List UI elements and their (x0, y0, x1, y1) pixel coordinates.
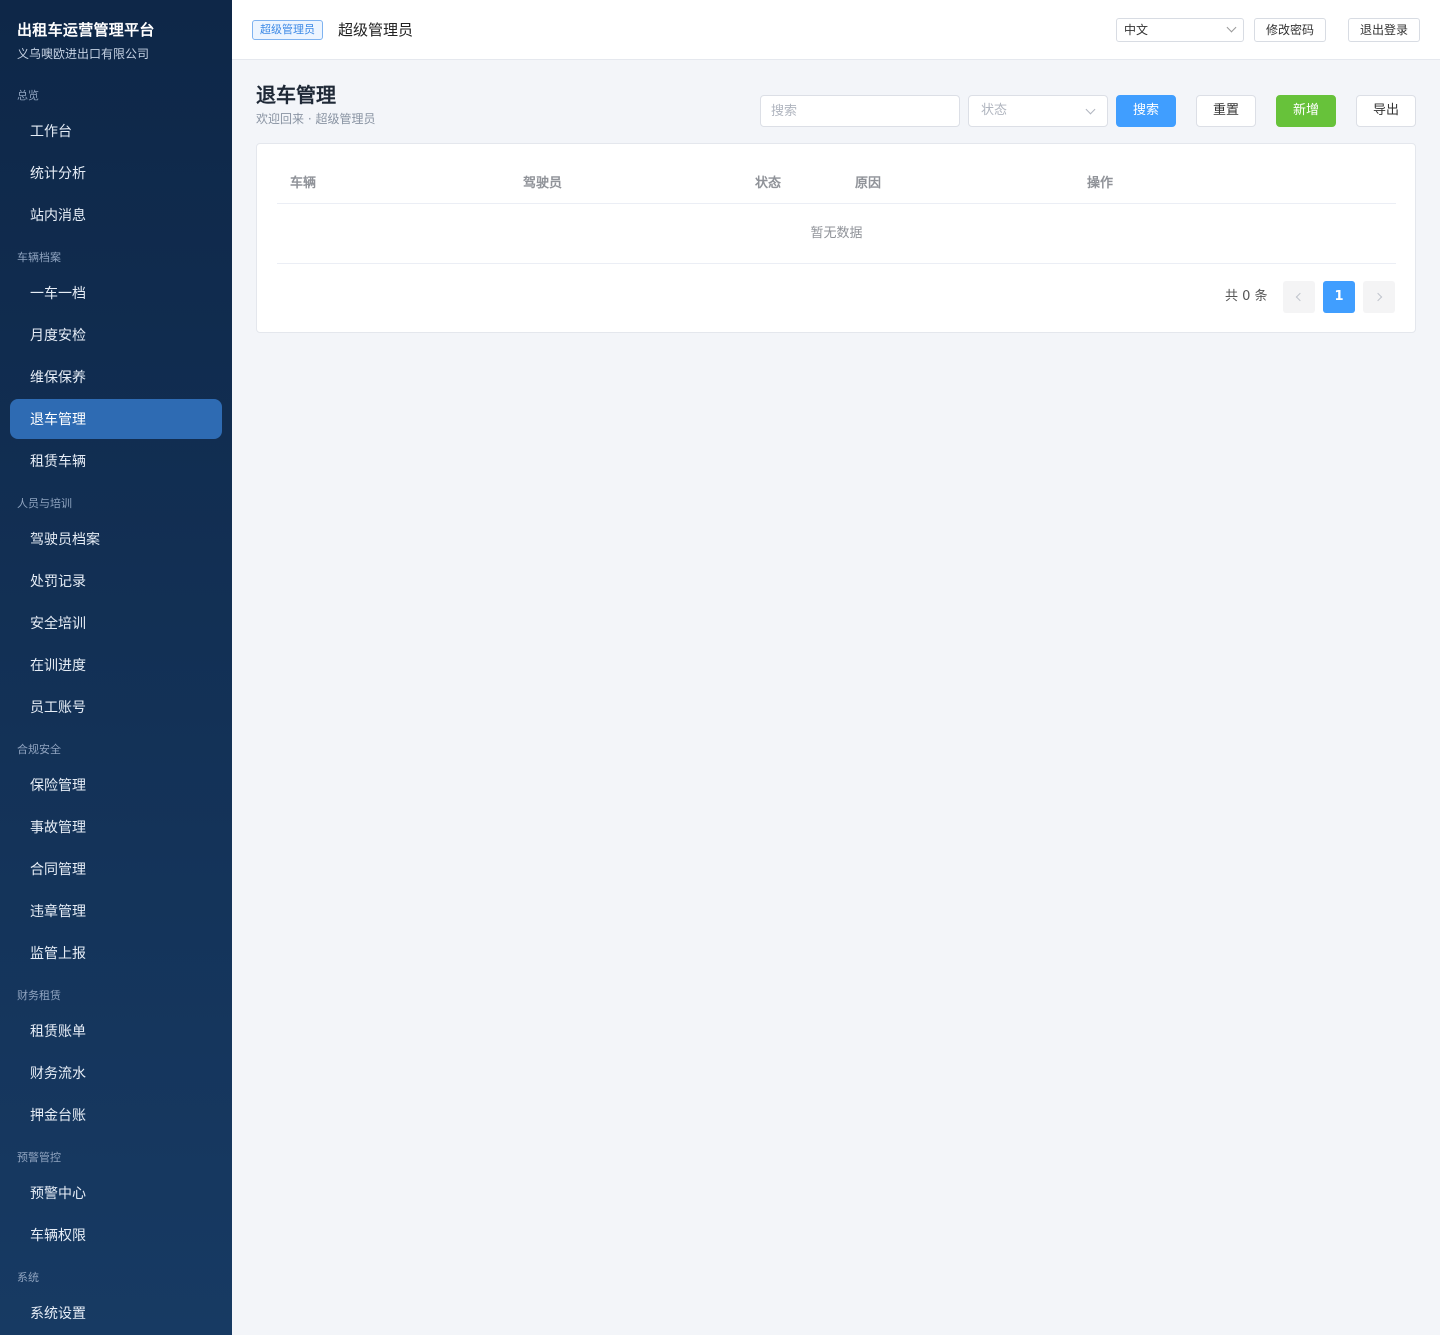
status-placeholder: 状态 (981, 103, 1008, 118)
nav-group-compliance: 合规安全 (17, 743, 61, 756)
brand-subtitle: 义乌噢欧进出口有限公司 (17, 47, 150, 61)
role-badge: 超级管理员 (252, 20, 323, 40)
column-driver[interactable]: 驾驶员 (523, 176, 562, 192)
brand-title: 出租车运营管理平台 (17, 21, 155, 39)
nav-group-alerts: 预警管控 (17, 1151, 61, 1164)
sidebar-item-staff-accounts[interactable]: 员工账号 (10, 687, 222, 727)
sidebar: 出租车运营管理平台 义乌噢欧进出口有限公司 总览 工作台 统计分析 站内消息 车… (0, 0, 232, 1335)
nav-group-system: 系统 (17, 1271, 39, 1284)
export-button[interactable]: 导出 (1356, 95, 1416, 127)
column-actions[interactable]: 操作 (1087, 176, 1113, 192)
sidebar-item-lease-bills[interactable]: 租赁账单 (10, 1011, 222, 1051)
sidebar-item-vehicle-return[interactable]: 退车管理 (10, 399, 222, 439)
page-subtitle: 欢迎回来 · 超级管理员 (256, 112, 376, 126)
chevron-down-icon (1085, 104, 1096, 115)
chevron-right-icon (1373, 292, 1383, 302)
language-value: 中文 (1124, 23, 1149, 37)
topbar: 超级管理员 超级管理员 中文 修改密码 退出登录 (232, 0, 1440, 60)
nav-group-vehicle-archive: 车辆档案 (17, 251, 61, 264)
sidebar-item-leased-vehicles[interactable]: 租赁车辆 (10, 441, 222, 481)
prev-page-button[interactable] (1283, 281, 1315, 313)
user-name: 超级管理员 (338, 21, 414, 39)
sidebar-item-system-settings[interactable]: 系统设置 (10, 1293, 222, 1333)
sidebar-item-statistics[interactable]: 统计分析 (10, 153, 222, 193)
sidebar-item-vehicle-permissions[interactable]: 车辆权限 (10, 1215, 222, 1255)
next-page-button[interactable] (1363, 281, 1395, 313)
pagination-total: 共 0 条 (1225, 289, 1268, 304)
column-reason[interactable]: 原因 (855, 176, 881, 192)
table-header: 车辆 驾驶员 状态 原因 操作 (277, 164, 1396, 204)
sidebar-item-regulatory-report[interactable]: 监管上报 (10, 933, 222, 973)
language-select[interactable]: 中文 (1116, 18, 1244, 42)
chevron-left-icon (1295, 292, 1305, 302)
sidebar-item-insurance[interactable]: 保险管理 (10, 765, 222, 805)
sidebar-item-accidents[interactable]: 事故管理 (10, 807, 222, 847)
nav-group-personnel: 人员与培训 (17, 497, 72, 510)
sidebar-item-contracts[interactable]: 合同管理 (10, 849, 222, 889)
nav-group-finance: 财务租赁 (17, 989, 61, 1002)
add-button[interactable]: 新增 (1276, 95, 1336, 127)
table-card: 车辆 驾驶员 状态 原因 操作 暂无数据 共 0 条 1 (256, 143, 1416, 333)
chevron-down-icon (1226, 22, 1237, 33)
status-select[interactable]: 状态 (968, 95, 1108, 127)
sidebar-item-workbench[interactable]: 工作台 (10, 111, 222, 151)
logout-button[interactable]: 退出登录 (1348, 18, 1420, 42)
column-vehicle[interactable]: 车辆 (290, 176, 316, 192)
sidebar-item-financial-flow[interactable]: 财务流水 (10, 1053, 222, 1093)
nav-group-overview: 总览 (17, 89, 39, 102)
search-input[interactable] (760, 95, 960, 127)
sidebar-item-vehicle-file[interactable]: 一车一档 (10, 273, 222, 313)
sidebar-item-monthly-inspection[interactable]: 月度安检 (10, 315, 222, 355)
sidebar-item-messages[interactable]: 站内消息 (10, 195, 222, 235)
sidebar-item-deposit-ledger[interactable]: 押金台账 (10, 1095, 222, 1135)
sidebar-item-driver-files[interactable]: 驾驶员档案 (10, 519, 222, 559)
brand: 出租车运营管理平台 义乌噢欧进出口有限公司 (17, 20, 155, 62)
sidebar-item-maintenance[interactable]: 维保保养 (10, 357, 222, 397)
sidebar-item-training-progress[interactable]: 在训进度 (10, 645, 222, 685)
change-password-button[interactable]: 修改密码 (1254, 18, 1326, 42)
sidebar-item-violations[interactable]: 违章管理 (10, 891, 222, 931)
reset-button[interactable]: 重置 (1196, 95, 1256, 127)
sidebar-item-penalty-records[interactable]: 处罚记录 (10, 561, 222, 601)
page-number-current[interactable]: 1 (1323, 281, 1355, 313)
column-status[interactable]: 状态 (755, 176, 781, 192)
page-title: 退车管理 (256, 83, 336, 107)
sidebar-item-alert-center[interactable]: 预警中心 (10, 1173, 222, 1213)
sidebar-item-safety-training[interactable]: 安全培训 (10, 603, 222, 643)
empty-state: 暂无数据 (277, 204, 1396, 264)
search-button[interactable]: 搜索 (1116, 95, 1176, 127)
